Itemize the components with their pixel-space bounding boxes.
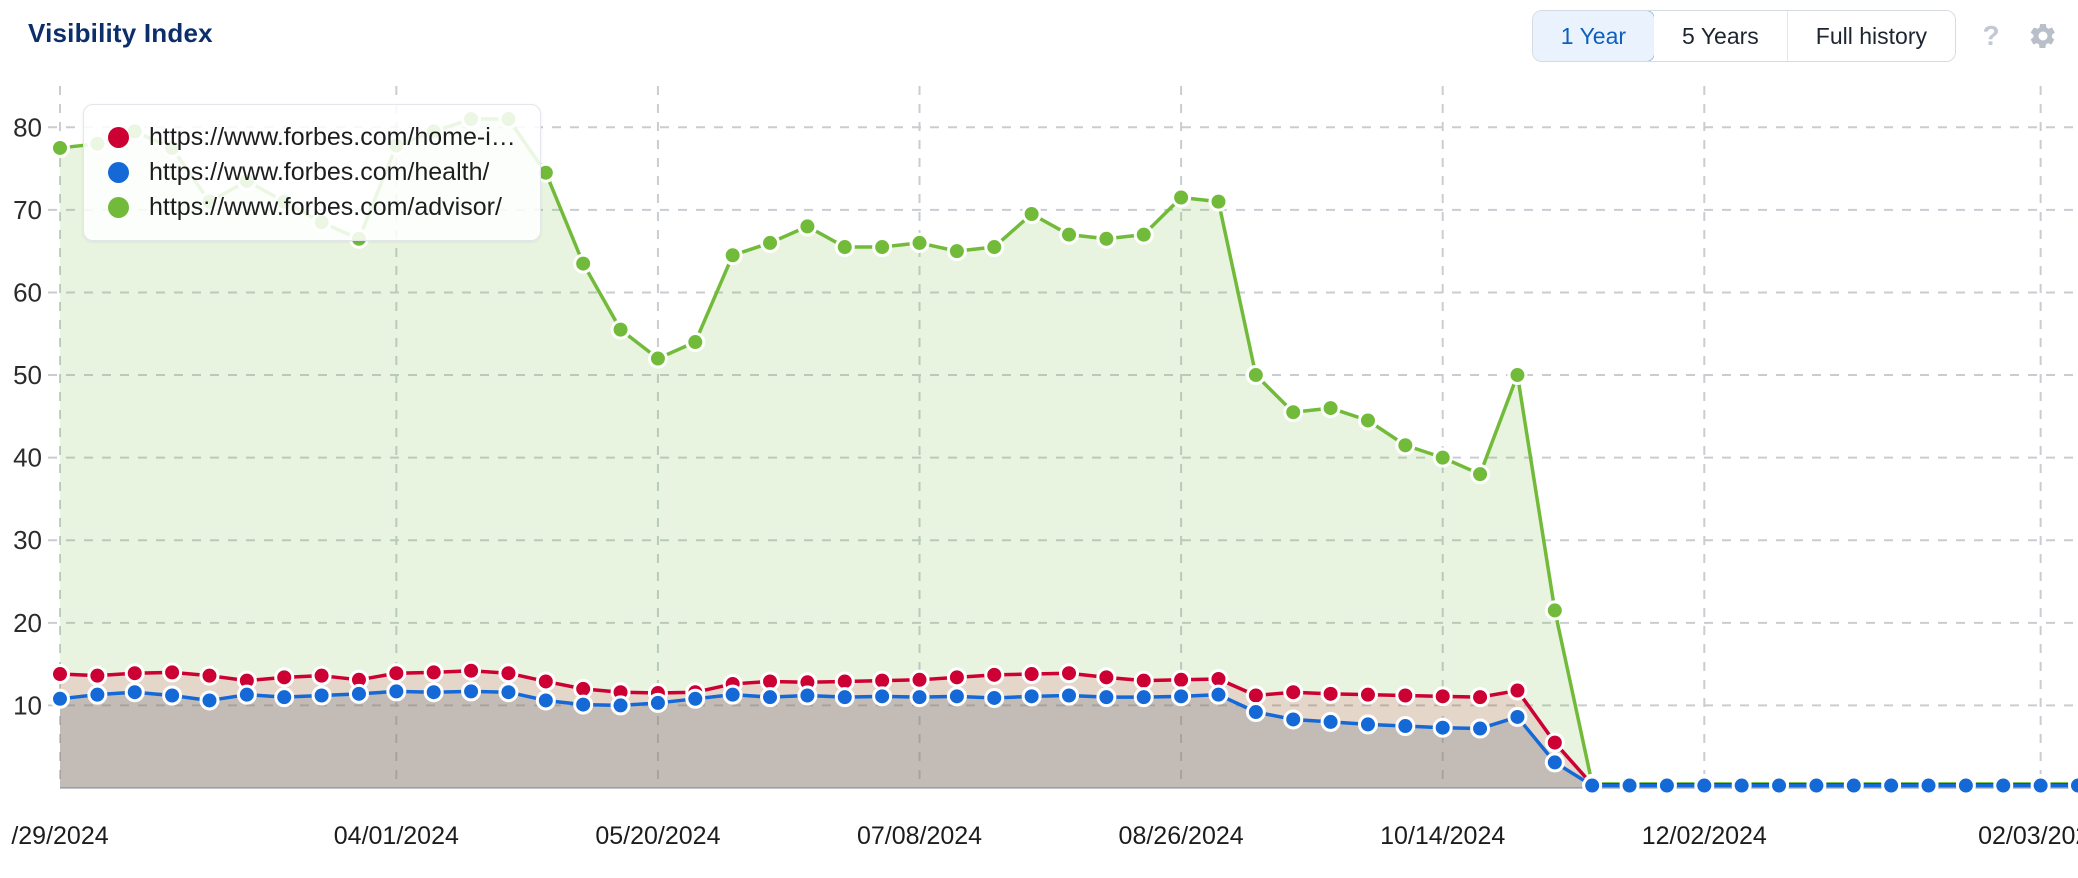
range-button-5-years[interactable]: 5 Years — [1654, 11, 1788, 61]
legend-item-advisor[interactable]: https://www.forbes.com/advisor/ — [98, 191, 530, 224]
svg-text:70: 70 — [13, 195, 42, 225]
svg-text:08/26/2024: 08/26/2024 — [1119, 822, 1244, 850]
header-controls: 1 Year 5 Years Full history ? — [1531, 10, 2060, 62]
visibility-index-card: Visibility Index 1 Year 5 Years Full his… — [0, 0, 2078, 878]
svg-text:40: 40 — [13, 443, 42, 473]
svg-text:05/20/2024: 05/20/2024 — [595, 822, 720, 850]
svg-text:20: 20 — [13, 608, 42, 638]
legend-item-home-improvement[interactable]: https://www.forbes.com/home-improve… — [98, 121, 530, 154]
legend-color-dot — [108, 162, 129, 183]
svg-text:10: 10 — [13, 690, 42, 720]
range-button-1-year[interactable]: 1 Year — [1532, 11, 1656, 61]
gear-icon[interactable] — [2026, 19, 2060, 53]
svg-text:80: 80 — [13, 112, 42, 142]
legend-color-dot — [108, 197, 129, 218]
card-header: Visibility Index 1 Year 5 Years Full his… — [0, 0, 2078, 76]
svg-text:12/02/2024: 12/02/2024 — [1642, 822, 1767, 850]
range-button-full-history[interactable]: Full history — [1787, 11, 1955, 61]
svg-text:10/14/2024: 10/14/2024 — [1380, 822, 1505, 850]
svg-text:50: 50 — [13, 360, 42, 390]
legend-item-label: https://www.forbes.com/advisor/ — [149, 193, 502, 221]
help-icon[interactable]: ? — [1974, 19, 2008, 53]
svg-text:30: 30 — [13, 525, 42, 555]
svg-text:04/01/2024: 04/01/2024 — [334, 822, 459, 850]
page-title: Visibility Index — [28, 18, 213, 48]
svg-text:60: 60 — [13, 277, 42, 307]
svg-text:/29/2024: /29/2024 — [11, 822, 108, 850]
chart-legend: https://www.forbes.com/home-improve… htt… — [83, 104, 541, 241]
svg-text:02/03/2025: 02/03/2025 — [1978, 822, 2078, 850]
legend-item-label: https://www.forbes.com/home-improve… — [149, 123, 530, 151]
svg-text:07/08/2024: 07/08/2024 — [857, 822, 982, 850]
legend-item-health[interactable]: https://www.forbes.com/health/ — [98, 156, 530, 189]
legend-item-label: https://www.forbes.com/health/ — [149, 158, 490, 186]
time-range-segmented-control[interactable]: 1 Year 5 Years Full history — [1531, 10, 1956, 62]
legend-color-dot — [108, 127, 129, 148]
